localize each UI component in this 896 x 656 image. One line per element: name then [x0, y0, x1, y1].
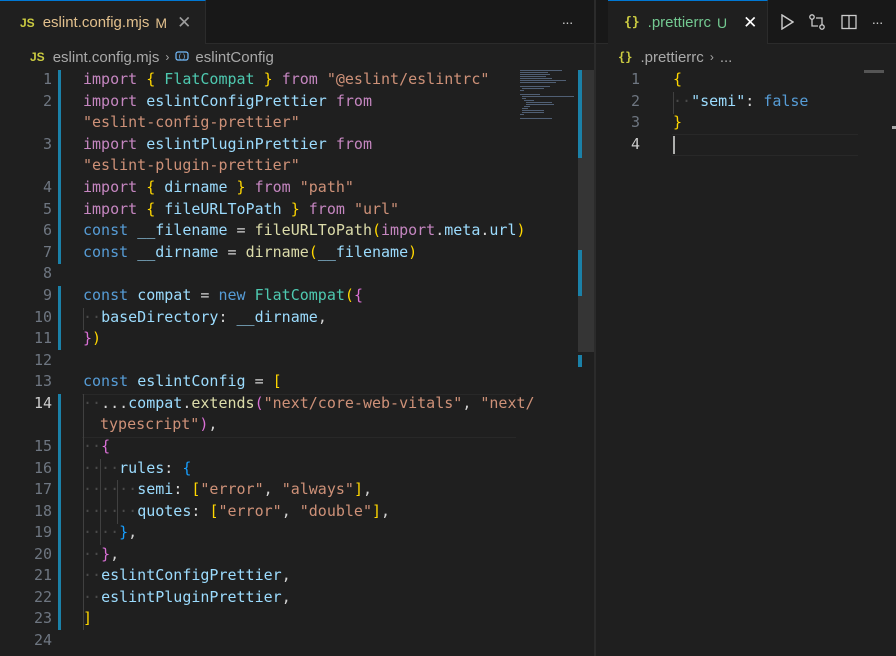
- tab-title: .prettierrc: [647, 14, 712, 31]
- line-number: 12: [33, 351, 52, 369]
- line-number: 21: [33, 566, 52, 584]
- line-number: 10: [33, 308, 52, 326]
- line-number: 3: [42, 135, 52, 153]
- line-number: 7: [42, 243, 52, 261]
- code-line-1: import { FlatCompat } from "@eslint/esli…: [83, 70, 490, 88]
- close-icon[interactable]: ✕: [743, 13, 757, 33]
- code-line-19: ····},: [83, 523, 138, 541]
- code-line-3: import eslintPluginPrettier from: [83, 135, 372, 153]
- breadcrumb-ellipsis[interactable]: ...: [720, 49, 733, 66]
- modified-gutter-marker[interactable]: [58, 286, 61, 350]
- overview-ruler-marker: [578, 355, 582, 367]
- line-number: 8: [42, 264, 52, 282]
- chevron-right-icon: ›: [709, 50, 714, 64]
- line-number: 17: [33, 480, 52, 498]
- minimap[interactable]: [516, 70, 578, 130]
- variable-symbol-icon: (): [175, 50, 190, 65]
- current-line-highlight: [672, 134, 858, 156]
- code-editor-right[interactable]: 1 2 3 4 { ··"semi": false }: [596, 70, 896, 656]
- line-number: 16: [33, 459, 52, 477]
- more-actions-icon[interactable]: ···: [866, 11, 888, 33]
- code-line-23: ]: [83, 609, 93, 627]
- line-number: 3: [630, 113, 640, 131]
- compare-changes-icon[interactable]: [806, 11, 828, 33]
- modified-gutter-marker[interactable]: [58, 70, 61, 264]
- line-number: 4: [630, 135, 640, 153]
- line-number: 23: [33, 609, 52, 627]
- tab-title: eslint.config.mjs: [42, 14, 150, 31]
- more-actions-icon[interactable]: ···: [556, 11, 578, 33]
- code-line-15: ··{: [83, 437, 111, 455]
- code-line-5: import { fileURLToPath } from "url": [83, 200, 400, 218]
- tab-eslint-config[interactable]: JS eslint.config.mjs M ✕: [0, 0, 206, 44]
- chevron-right-icon: ›: [165, 50, 170, 64]
- code-line-16: ····rules: {: [83, 459, 192, 477]
- split-editor-icon[interactable]: [838, 11, 860, 33]
- json-file-icon: {}: [618, 50, 633, 64]
- text-cursor: [673, 136, 675, 154]
- untracked-badge: U: [717, 14, 728, 31]
- code-editor-left[interactable]: 1 2 3 4 5 6 7 8 9 10 11 12 13 14 15 16 17 18 19 20 21 22 23 24 …: [0, 70, 594, 656]
- code-line-1: {: [673, 70, 683, 88]
- code-line-4: import { dirname } from "path": [83, 178, 354, 196]
- code-line-20: ··},: [83, 545, 120, 563]
- code-line-17: ······semi: ["error", "always"],: [83, 480, 372, 498]
- line-number: 19: [33, 523, 52, 541]
- line-number: 2: [42, 92, 52, 110]
- line-number: 11: [33, 329, 52, 347]
- line-number: 14: [33, 394, 52, 412]
- tab-prettierrc[interactable]: {} .prettierrc U ✕: [608, 0, 768, 44]
- svg-text:(): (): [178, 53, 186, 61]
- line-number: 1: [630, 70, 640, 88]
- line-number: 4: [42, 178, 52, 196]
- minimap[interactable]: [864, 70, 884, 73]
- left-tab-bar: JS eslint.config.mjs M ✕ ···: [0, 0, 594, 44]
- json-file-icon: {}: [624, 15, 640, 30]
- line-number: 9: [42, 286, 52, 304]
- javascript-file-icon: JS: [20, 15, 35, 30]
- line-number: 18: [33, 502, 52, 520]
- line-number: 24: [33, 631, 52, 649]
- code-line-11: }): [83, 329, 102, 347]
- breadcrumb-file[interactable]: eslint.config.mjs: [53, 49, 160, 66]
- code-line-3-wrap: "eslint-plugin-prettier": [83, 156, 300, 174]
- line-number: 15: [33, 437, 52, 455]
- breadcrumb: JS eslint.config.mjs › () eslintConfig: [0, 44, 594, 70]
- line-number: 5: [42, 200, 52, 218]
- breadcrumb-symbol[interactable]: eslintConfig: [195, 49, 273, 66]
- code-line-7: const __dirname = dirname(__filename): [83, 243, 418, 261]
- code-line-10: ··baseDirectory: __dirname,: [83, 308, 327, 326]
- code-line-6: const __filename = fileURLToPath(import.…: [83, 221, 526, 239]
- code-line-22: ··eslintPluginPrettier,: [83, 588, 291, 606]
- breadcrumb: {} .prettierrc › ...: [596, 44, 896, 70]
- code-line-2: import eslintConfigPrettier from: [83, 92, 372, 110]
- line-number: 13: [33, 372, 52, 390]
- code-line-18: ······quotes: ["error", "double"],: [83, 502, 391, 520]
- overview-ruler-cursor: [892, 126, 896, 129]
- code-line-14-wrap: typescript"),: [100, 415, 218, 433]
- code-line-13: const eslintConfig = [: [83, 372, 282, 390]
- line-number: 22: [33, 588, 52, 606]
- code-line-9: const compat = new FlatCompat({: [83, 286, 363, 304]
- code-line-2-wrap: "eslint-config-prettier": [83, 113, 300, 131]
- breadcrumb-file[interactable]: .prettierrc: [640, 49, 703, 66]
- overview-ruler-marker: [578, 250, 582, 296]
- code-line-3: }: [673, 113, 683, 131]
- left-editor-group: JS eslint.config.mjs M ✕ ··· JS eslint.c…: [0, 0, 594, 656]
- close-icon[interactable]: ✕: [177, 13, 191, 33]
- overview-ruler-marker: [578, 70, 582, 158]
- code-line-2: ··"semi": false: [673, 92, 809, 110]
- run-icon[interactable]: [776, 11, 798, 33]
- code-line-14: ··...compat.extends("next/core-web-vital…: [83, 394, 535, 412]
- code-line-21: ··eslintConfigPrettier,: [83, 566, 291, 584]
- modified-gutter-marker[interactable]: [58, 394, 61, 630]
- line-number: 1: [42, 70, 52, 88]
- modified-badge: M: [155, 14, 168, 31]
- line-number: 2: [630, 92, 640, 110]
- right-tab-bar: {} .prettierrc U ✕ ···: [596, 0, 896, 44]
- javascript-file-icon: JS: [30, 50, 45, 64]
- line-number: 6: [42, 221, 52, 239]
- line-number: 20: [33, 545, 52, 563]
- right-editor-group: {} .prettierrc U ✕ ··· {} .prettierrc › …: [596, 0, 896, 656]
